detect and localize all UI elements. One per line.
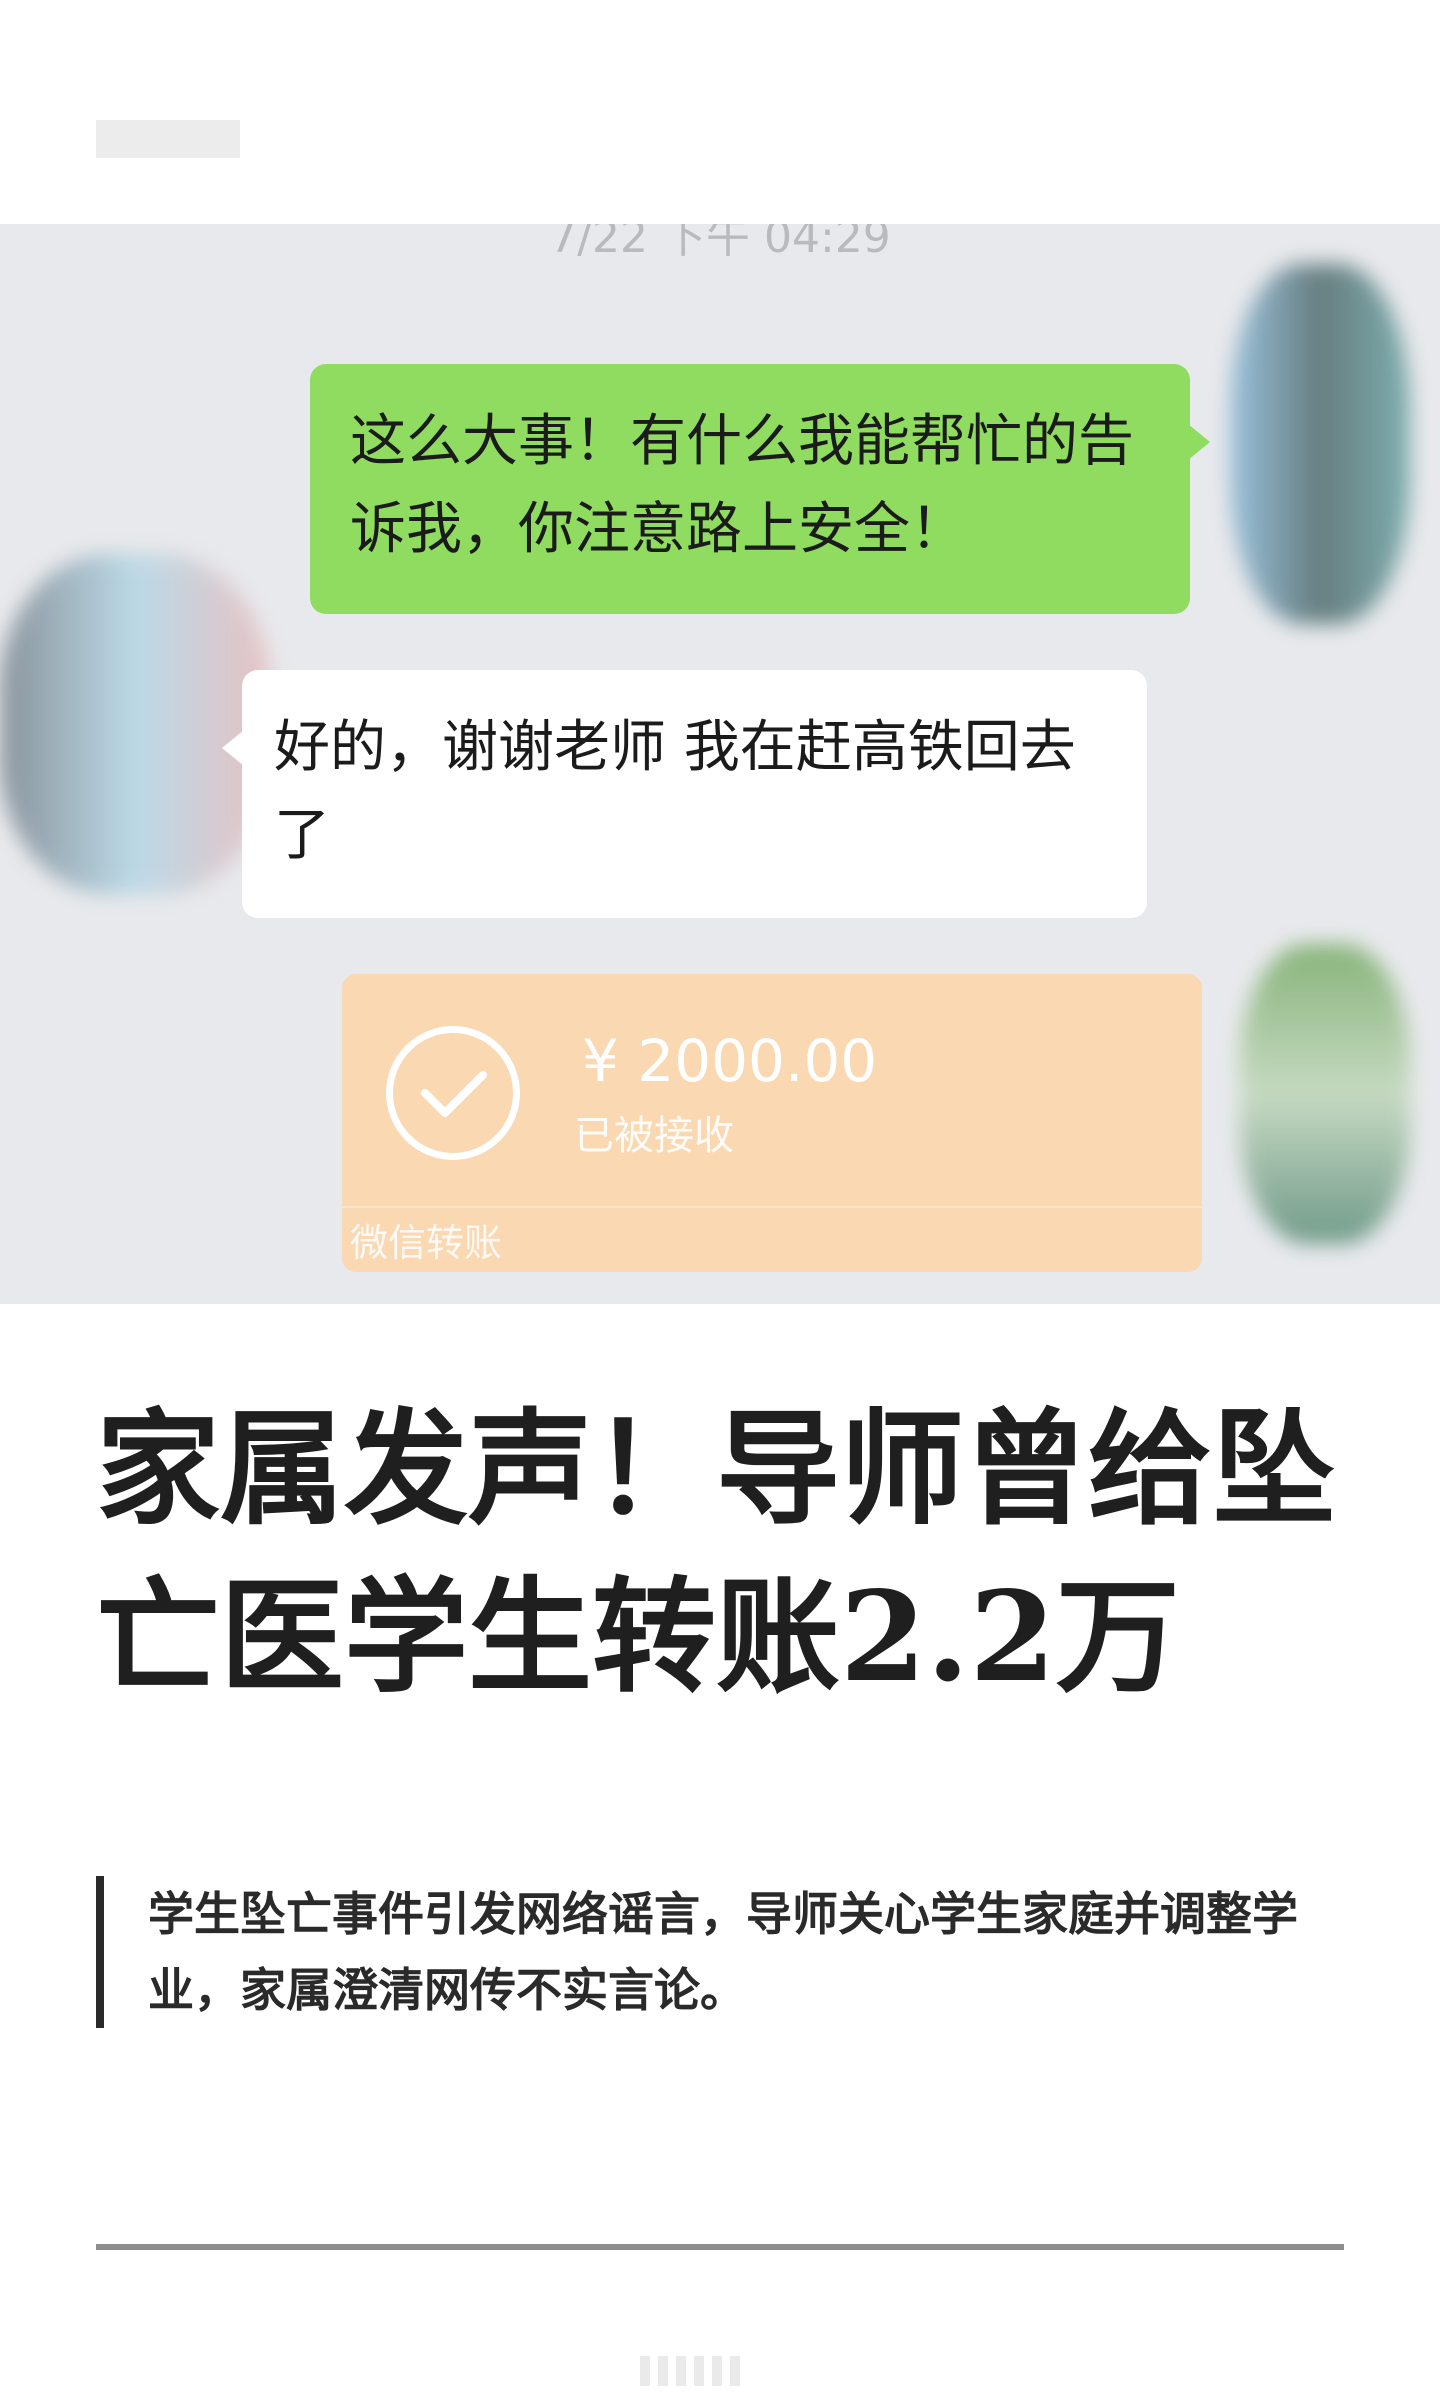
chat-timestamp: 7/22 下午 04:29	[549, 224, 891, 263]
outgoing-message-bubble: 这么大事！有什么我能帮忙的告诉我，你注意路上安全！	[310, 364, 1210, 614]
article-headline: 家属发声！导师曾给坠亡医学生转账2.2万	[96, 1397, 1337, 1710]
chat-screenshot: 7/22 下午 04:29 这么大事！有什么我能帮忙的告诉我，你注意路上安全！ …	[0, 224, 1440, 1304]
check-icon	[386, 1026, 520, 1160]
transfer-footer-label: 微信转账	[350, 1221, 503, 1265]
article-summary: 学生坠亡事件引发网络谣言，导师关心学生家庭并调整学业，家属澄清网传不实言论。	[96, 1876, 1356, 2028]
avatar-blurred-transfer	[1240, 944, 1410, 1244]
outgoing-message-text: 这么大事！有什么我能帮忙的告诉我，你注意路上安全！	[350, 409, 1134, 562]
incoming-message-bubble: 好的，谢谢老师 我在赶高铁回去了	[222, 670, 1147, 918]
article-summary-text: 学生坠亡事件引发网络谣言，导师关心学生家庭并调整学业，家属澄清网传不实言论。	[148, 1887, 1298, 2017]
transfer-status: 已被接收	[574, 1113, 734, 1159]
avatar-blurred-right	[1230, 264, 1410, 624]
transfer-divider	[342, 1206, 1202, 1208]
header-placeholder	[96, 120, 240, 158]
footer-placeholder	[640, 2356, 860, 2390]
incoming-message-text: 好的，谢谢老师 我在赶高铁回去了	[274, 715, 1076, 868]
section-divider	[96, 2244, 1344, 2250]
avatar-blurred-left	[0, 554, 270, 894]
wechat-transfer-card[interactable]: ¥ 2000.00 已被接收 微信转账	[342, 974, 1202, 1272]
transfer-amount: ¥ 2000.00	[582, 1027, 878, 1095]
